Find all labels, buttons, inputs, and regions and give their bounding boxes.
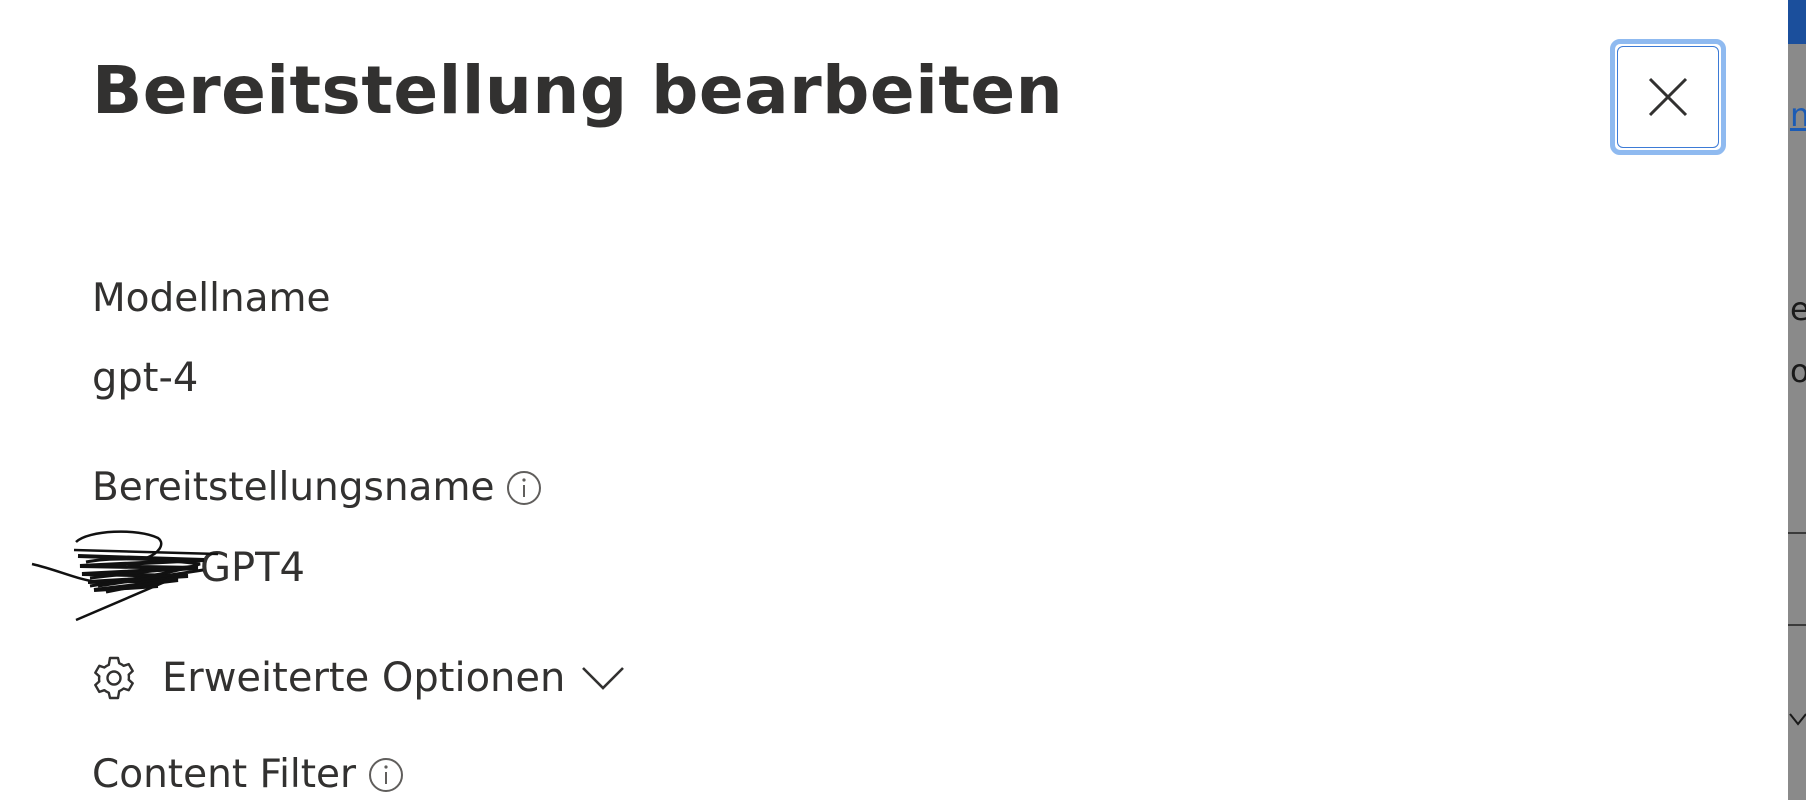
background-link-fragment: m: [1790, 96, 1806, 134]
background-page: m e o: [1788, 0, 1806, 800]
model-name-label: Modellname: [92, 276, 331, 321]
redaction-scribble: [31, 530, 219, 622]
edit-deployment-panel: Bereitstellung bearbeiten Modellname gpt…: [0, 0, 1788, 800]
background-top-bar: [1788, 0, 1806, 44]
model-name-label-text: Modellname: [92, 276, 331, 321]
content-filter-label: Content Filter: [92, 752, 404, 797]
gear-icon: [94, 656, 134, 700]
advanced-options-label: Erweiterte Optionen: [162, 655, 566, 701]
deployment-name-label: Bereitstellungsname: [92, 465, 542, 510]
close-icon: [1648, 77, 1688, 117]
background-text-fragment: e: [1790, 290, 1806, 328]
dialog-title: Bereitstellung bearbeiten: [92, 52, 1064, 129]
deployment-name-label-text: Bereitstellungsname: [92, 465, 495, 510]
background-divider: [1788, 532, 1806, 534]
content-filter-label-text: Content Filter: [92, 752, 357, 797]
chevron-down-icon: [582, 667, 625, 690]
advanced-options-toggle[interactable]: Erweiterte Optionen: [90, 650, 625, 706]
chevron-down-icon: [1789, 713, 1806, 726]
info-icon[interactable]: [368, 757, 404, 793]
background-divider: [1788, 624, 1806, 626]
background-text-fragment: o: [1790, 352, 1806, 390]
close-button[interactable]: [1610, 39, 1726, 155]
model-name-value: gpt-4: [92, 355, 199, 401]
info-icon[interactable]: [506, 470, 542, 506]
